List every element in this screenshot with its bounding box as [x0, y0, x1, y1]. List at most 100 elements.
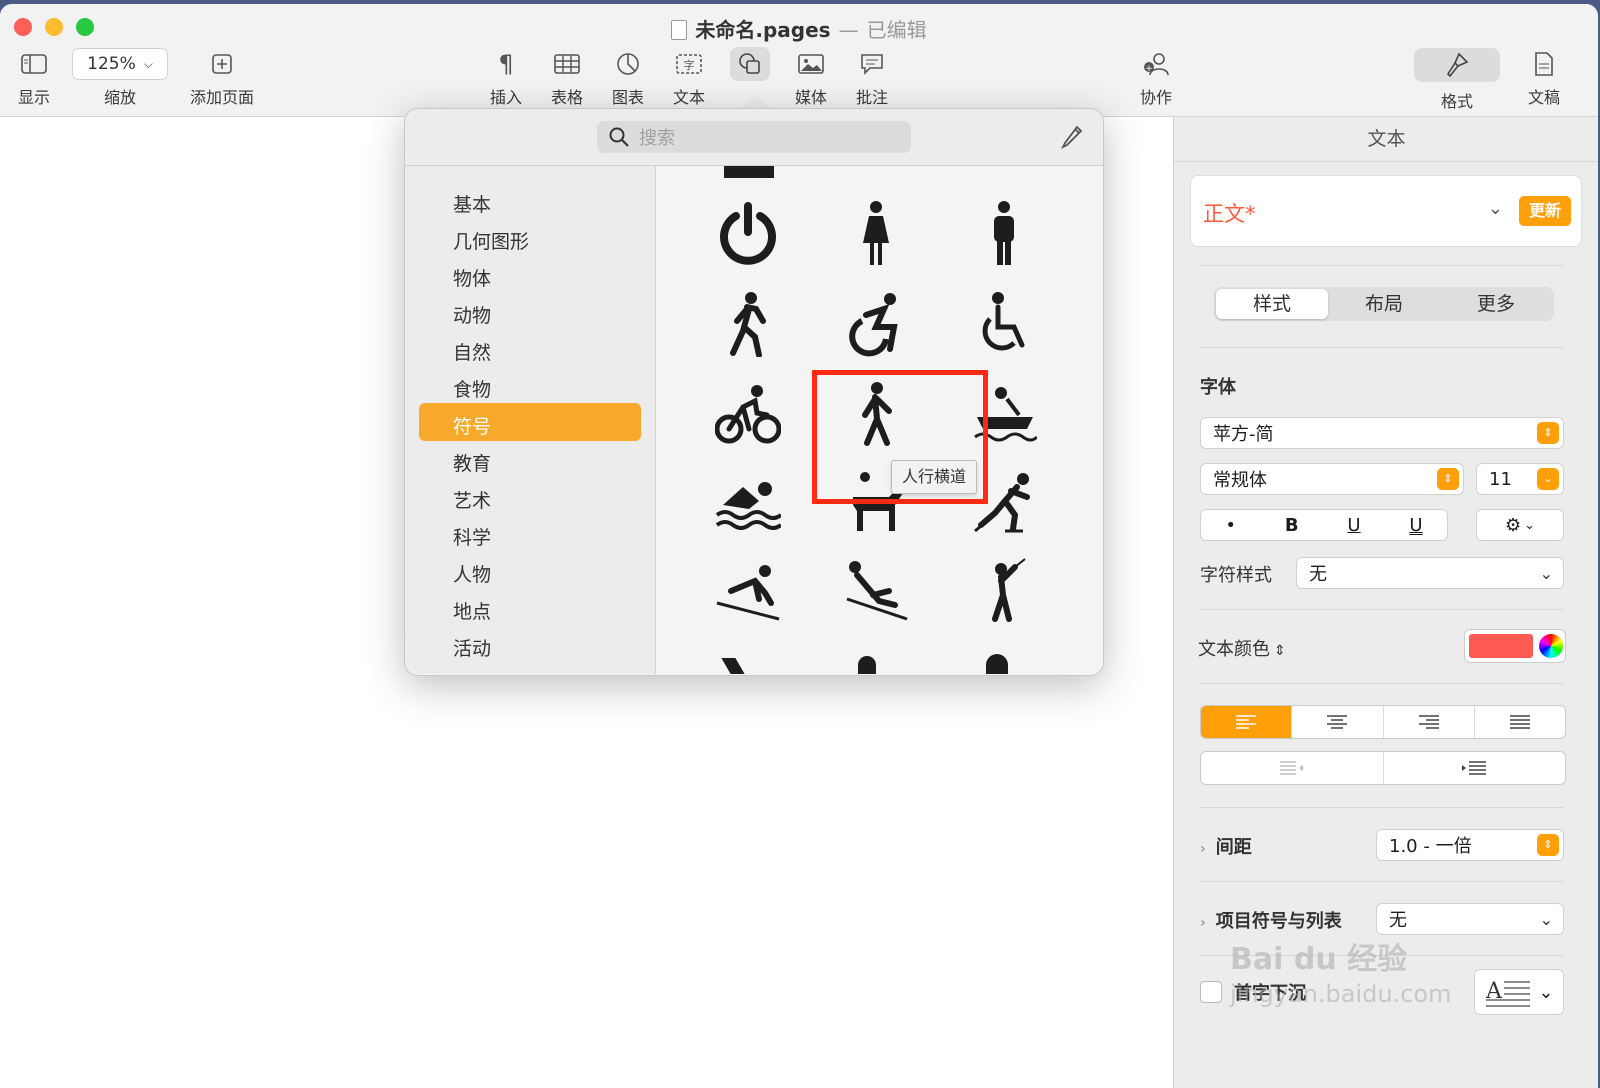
- bold-button[interactable]: B: [1285, 515, 1299, 536]
- category-nature[interactable]: 自然: [453, 338, 491, 365]
- divider: [1200, 265, 1564, 266]
- collaborate-button[interactable]: + 协作: [1136, 50, 1176, 108]
- category-objects[interactable]: 物体: [453, 264, 491, 291]
- text-box-icon: 字: [669, 50, 709, 78]
- sidebar-title: 文本: [1174, 117, 1598, 162]
- font-size-field[interactable]: 11 ⌄: [1476, 463, 1564, 495]
- italic-button[interactable]: U: [1347, 515, 1360, 536]
- accessible-icon[interactable]: [836, 284, 916, 364]
- indent-control: [1200, 751, 1566, 785]
- popover-arrow: [742, 94, 770, 109]
- font-weight-select[interactable]: 常规体 ⇕: [1200, 463, 1464, 495]
- chevron-down-icon: ⌄: [1539, 563, 1553, 583]
- text-color-label[interactable]: 文本颜色 ⇕: [1198, 635, 1286, 661]
- category-animals[interactable]: 动物: [453, 301, 491, 328]
- zoom-control[interactable]: 125% ⌵ 缩放: [72, 48, 168, 108]
- bullets-disclosure[interactable]: › 项目符号与列表: [1200, 907, 1342, 933]
- category-arts[interactable]: 艺术: [453, 486, 491, 513]
- walking-person-icon[interactable]: [708, 284, 788, 364]
- bullet-style-button[interactable]: •: [1225, 515, 1236, 536]
- cyclist-icon[interactable]: [708, 374, 788, 454]
- view-button[interactable]: 显示: [14, 50, 54, 108]
- pilcrow-icon: ¶: [498, 50, 514, 78]
- update-style-button[interactable]: 更新: [1519, 196, 1571, 226]
- align-center-icon: [1327, 715, 1348, 729]
- drop-cap-style-icon: A: [1485, 979, 1531, 1007]
- chevron-down-icon: ⌄: [1537, 468, 1559, 490]
- text-color-well[interactable]: [1464, 629, 1566, 663]
- text-button[interactable]: 字 文本: [669, 50, 709, 108]
- divider: [1200, 807, 1564, 808]
- divider: [1200, 683, 1564, 684]
- man-symbol-icon[interactable]: [964, 194, 1044, 274]
- bullets-select[interactable]: 无 ⌄: [1376, 903, 1564, 935]
- toolbar: 未命名.pages — 已编辑 显示 125% ⌵ 缩放 添加页面 ¶ 插入 表…: [0, 4, 1598, 117]
- up-down-stepper-icon: ⇕: [1537, 834, 1559, 856]
- paragraph-style-selector[interactable]: 正文* ⌄ 更新: [1190, 175, 1582, 247]
- table-button[interactable]: 表格: [547, 50, 587, 108]
- media-button[interactable]: 媒体: [791, 50, 831, 108]
- window-title: 未命名.pages — 已编辑: [0, 14, 1598, 43]
- search-icon: [609, 127, 629, 147]
- chart-button[interactable]: 图表: [608, 50, 648, 108]
- chevron-down-icon: ⌄: [1487, 198, 1503, 219]
- decrease-indent-button[interactable]: [1201, 752, 1383, 784]
- category-education[interactable]: 教育: [453, 449, 491, 476]
- comment-button[interactable]: 批注: [852, 50, 892, 108]
- underline-button[interactable]: U: [1409, 515, 1422, 536]
- divider: [1200, 347, 1564, 348]
- wheelchair-icon[interactable]: [964, 284, 1044, 364]
- document-button[interactable]: 文稿: [1524, 50, 1564, 108]
- zoom-select[interactable]: 125% ⌵: [72, 48, 168, 80]
- partial-shape: [721, 658, 745, 674]
- category-activities[interactable]: 活动: [453, 634, 491, 661]
- tab-layout[interactable]: 布局: [1328, 289, 1440, 319]
- swimmer-icon[interactable]: [708, 462, 788, 542]
- tab-more[interactable]: 更多: [1440, 289, 1552, 319]
- chevron-down-icon: ⌄: [1524, 517, 1536, 533]
- skiing-icon[interactable]: [708, 550, 788, 630]
- category-places[interactable]: 地点: [453, 597, 491, 624]
- advanced-options-button[interactable]: ⚙ ⌄: [1476, 509, 1564, 541]
- comment-icon: [852, 50, 892, 78]
- spacing-disclosure[interactable]: › 间距: [1200, 833, 1252, 859]
- font-section-label: 字体: [1200, 377, 1236, 398]
- draw-with-pen-button[interactable]: [1059, 123, 1085, 153]
- align-right-button[interactable]: [1382, 706, 1474, 738]
- format-button[interactable]: 格式: [1414, 48, 1500, 112]
- insert-button[interactable]: ¶ 插入: [486, 50, 526, 108]
- tab-style[interactable]: 样式: [1216, 289, 1328, 319]
- power-symbol-icon[interactable]: [708, 194, 788, 274]
- color-wheel-icon[interactable]: [1539, 634, 1563, 658]
- sidebar-icon: [14, 50, 54, 78]
- drop-cap-style-select[interactable]: A ⌄: [1474, 969, 1564, 1015]
- woman-symbol-icon[interactable]: [836, 194, 916, 274]
- photo-icon: [791, 50, 831, 78]
- category-geometry[interactable]: 几何图形: [453, 227, 529, 254]
- category-food[interactable]: 食物: [453, 375, 491, 402]
- align-left-button[interactable]: [1201, 706, 1292, 738]
- category-symbols[interactable]: 符号: [453, 412, 491, 439]
- char-style-select[interactable]: 无 ⌄: [1296, 557, 1564, 589]
- increase-indent-button[interactable]: [1382, 752, 1566, 784]
- justify-button[interactable]: [1473, 706, 1565, 738]
- font-family-select[interactable]: 苹方-简 ⇕: [1200, 417, 1564, 449]
- category-people[interactable]: 人物: [453, 560, 491, 587]
- watermark: Bai du 经验 jingyan.baidu.com: [1230, 942, 1452, 1008]
- category-science[interactable]: 科学: [453, 523, 491, 550]
- align-center-button[interactable]: [1291, 706, 1382, 738]
- spacing-select[interactable]: 1.0 - 一倍 ⇕: [1376, 829, 1564, 861]
- category-basic[interactable]: 基本: [453, 190, 491, 217]
- add-page-button[interactable]: 添加页面: [186, 50, 258, 108]
- chevron-down-icon: ⌄: [1539, 909, 1553, 929]
- drop-cap-checkbox[interactable]: [1200, 981, 1222, 1003]
- text-color-swatch: [1469, 634, 1533, 658]
- shape-search-field[interactable]: 搜索: [597, 121, 911, 153]
- decrease-indent-icon: [1279, 761, 1303, 775]
- document-icon: [671, 20, 688, 40]
- text-style-buttons: • B U U: [1200, 509, 1448, 541]
- sledding-icon[interactable]: [836, 550, 916, 630]
- document-page-icon: [1524, 50, 1564, 78]
- svg-text:字: 字: [684, 58, 695, 72]
- golfer-icon[interactable]: [964, 550, 1044, 630]
